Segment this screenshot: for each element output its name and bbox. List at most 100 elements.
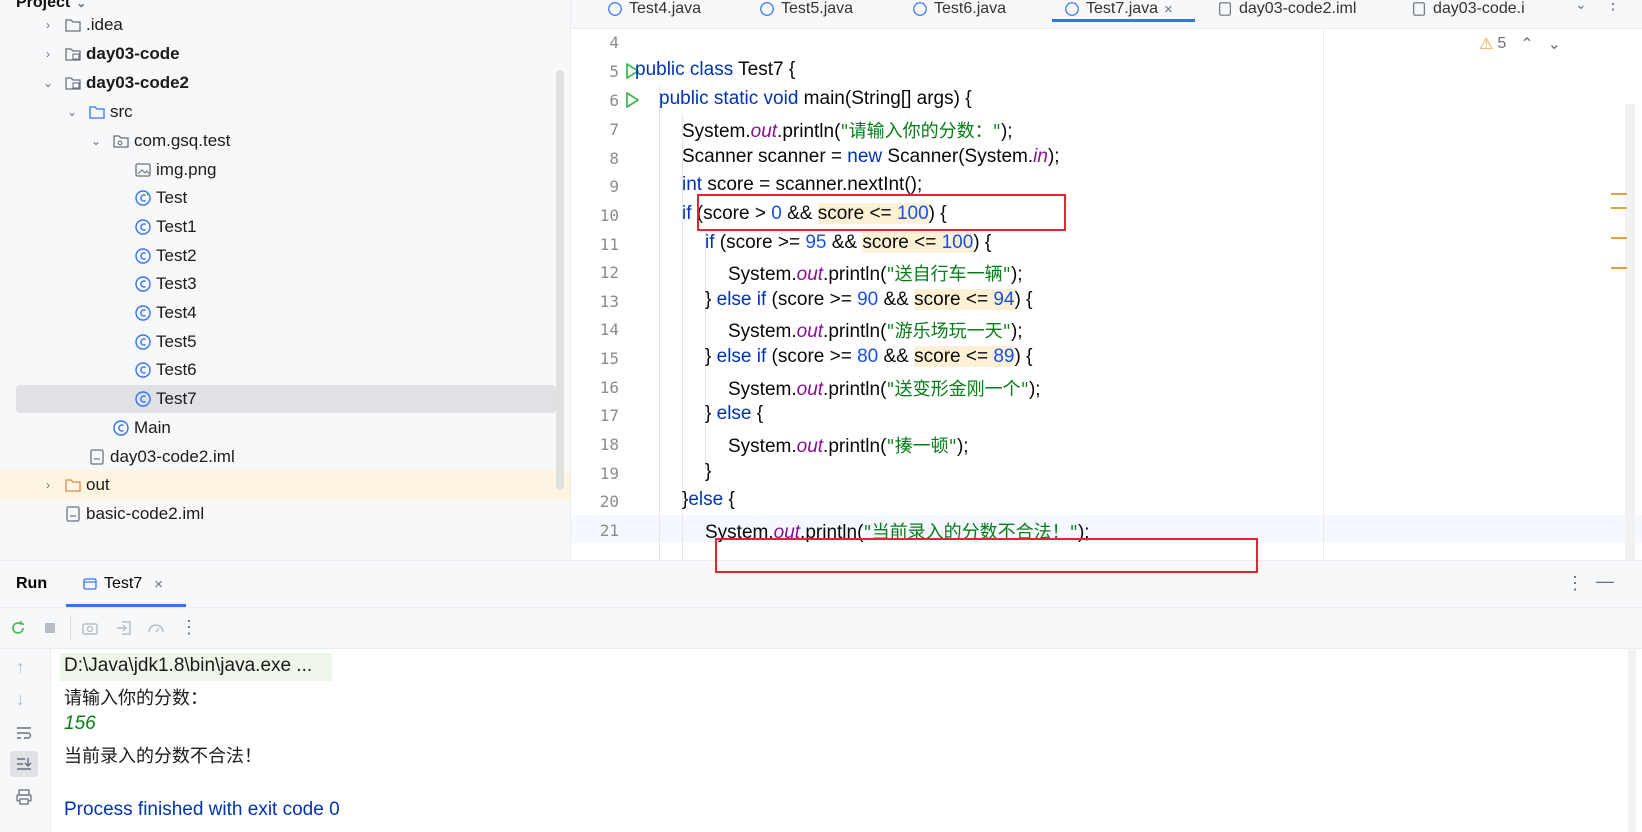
tree-item-day03-code2[interactable]: ⌄ day03-code2 xyxy=(0,68,570,98)
tab-day03-code-iml[interactable]: day03-code.i xyxy=(1411,0,1525,24)
code-line-16: System.out.println("送变形金刚一个"); xyxy=(728,379,1041,400)
gauge-icon[interactable] xyxy=(146,618,166,638)
tree-item-test3[interactable]: Test3 xyxy=(0,269,570,299)
rerun-icon[interactable] xyxy=(8,618,28,638)
tree-item-package[interactable]: ⌄ com.gsq.test xyxy=(0,126,570,156)
tree-item-out[interactable]: › out xyxy=(0,470,570,500)
chevron-down-icon: ⌄ xyxy=(42,76,54,90)
chevron-right-icon: › xyxy=(46,18,50,32)
tree-item-src[interactable]: ⌄ src xyxy=(0,97,570,127)
chevron-up-icon[interactable]: ⌃ xyxy=(1520,34,1533,54)
scroll-to-end-icon xyxy=(17,758,32,770)
annotation-box xyxy=(697,194,1066,231)
iml-file-icon xyxy=(90,449,104,465)
scroll-to-end-toggle[interactable] xyxy=(10,751,38,777)
tab-day03-code2-iml[interactable]: day03-code2.iml xyxy=(1217,0,1356,24)
line-number: 5 xyxy=(609,62,619,81)
console-output-line: 当前录入的分数不合法！ xyxy=(64,746,262,767)
line-number: 16 xyxy=(599,378,619,397)
tree-item-test2[interactable]: Test2 xyxy=(0,241,570,271)
warning-icon: ⚠ xyxy=(1479,36,1494,53)
run-config-icon xyxy=(83,578,97,590)
line-number: 15 xyxy=(599,349,619,368)
arrow-up-icon[interactable]: ↑ xyxy=(16,657,25,678)
login-icon[interactable] xyxy=(114,618,134,638)
line-number: 11 xyxy=(599,235,619,254)
more-options-icon[interactable]: ⋮ xyxy=(1605,0,1621,14)
excluded-folder-icon xyxy=(65,479,81,492)
code-line-15: } else if (score >= 80 && score <= 89) { xyxy=(705,346,1033,367)
java-class-icon xyxy=(135,305,151,321)
line-number: 10 xyxy=(599,206,619,225)
iml-file-icon xyxy=(66,506,80,522)
tree-item-idea[interactable]: › .idea xyxy=(0,10,570,40)
code-line-6: public static void main(String[] args) { xyxy=(659,88,972,109)
code-line-18: System.out.println("揍一顿"); xyxy=(728,436,969,457)
console-scrollbar[interactable] xyxy=(1628,649,1636,832)
warning-stripe[interactable] xyxy=(1611,207,1627,209)
java-class-icon xyxy=(135,391,151,407)
tree-item-test6[interactable]: Test6 xyxy=(0,355,570,385)
stop-icon[interactable] xyxy=(40,618,60,638)
chevron-right-icon: › xyxy=(46,47,50,61)
java-class-icon xyxy=(760,2,774,16)
camera-icon[interactable] xyxy=(80,618,100,638)
run-toolbar: ⋮ xyxy=(0,608,1642,649)
tree-item-test7[interactable]: Test7 xyxy=(0,384,570,414)
editor-scrollbar[interactable] xyxy=(1625,104,1635,560)
tree-item-test4[interactable]: Test4 xyxy=(0,298,570,328)
soft-wrap-icon[interactable] xyxy=(14,723,34,743)
tree-item-test5[interactable]: Test5 xyxy=(0,327,570,357)
console-command: D:\Java\jdk1.8\bin\java.exe ... xyxy=(64,655,313,676)
arrow-down-icon[interactable]: ↓ xyxy=(16,689,25,710)
console-user-input: 156 xyxy=(64,713,96,734)
tab-test6[interactable]: Test6.java xyxy=(912,0,1006,24)
tree-item-test1[interactable]: Test1 xyxy=(0,212,570,242)
line-number: 17 xyxy=(599,406,619,425)
tabs-dropdown-icon[interactable]: ⌄ xyxy=(1575,0,1587,13)
tab-test5[interactable]: Test5.java xyxy=(759,0,853,24)
more-options-icon[interactable]: ⋮ xyxy=(1566,573,1584,594)
chevron-down-icon[interactable]: ⌄ xyxy=(1548,34,1561,54)
java-class-icon xyxy=(135,276,151,292)
project-scrollbar[interactable] xyxy=(556,70,564,490)
module-folder-icon xyxy=(65,77,81,90)
warning-stripe[interactable] xyxy=(1611,237,1627,239)
tree-item-iml[interactable]: day03-code2.iml xyxy=(0,442,570,472)
close-icon[interactable]: × xyxy=(1164,1,1173,18)
chevron-down-icon: ⌄ xyxy=(90,134,102,148)
run-play-icon[interactable] xyxy=(623,91,641,109)
tree-item-img[interactable]: img.png xyxy=(0,155,570,185)
tab-test4[interactable]: Test4.java xyxy=(607,0,701,24)
code-editor[interactable]: ⚠ 5 ⌃ ⌄ 4 5 6 7 8 9 10 11 12 13 14 15 16… xyxy=(571,29,1642,560)
run-tab-underline xyxy=(66,604,186,607)
code-line-8: Scanner scanner = new Scanner(System.in)… xyxy=(682,146,1060,167)
line-number: 4 xyxy=(609,33,619,52)
more-options-icon[interactable]: ⋮ xyxy=(180,617,198,638)
print-icon[interactable] xyxy=(14,787,34,807)
tree-item-main[interactable]: Main xyxy=(0,413,570,443)
code-line-5: public class Test7 { xyxy=(635,59,796,80)
java-class-icon xyxy=(135,362,151,378)
minimize-icon[interactable]: — xyxy=(1596,571,1614,592)
code-line-13: } else if (score >= 90 && score <= 94) { xyxy=(705,289,1033,310)
warning-stripe[interactable] xyxy=(1611,267,1627,269)
right-margin xyxy=(1323,29,1324,560)
close-icon[interactable]: × xyxy=(154,576,163,593)
inspection-widget[interactable]: ⚠ 5 ⌃ ⌄ xyxy=(1479,34,1561,54)
chevron-down-icon: ⌄ xyxy=(66,105,78,119)
project-tool-window: Project ⌄ › .idea › day03-code ⌄ day03-c… xyxy=(0,0,571,560)
package-icon xyxy=(113,135,129,148)
tab-test7[interactable]: Test7.java × xyxy=(1052,0,1195,24)
line-number: 6 xyxy=(609,91,619,110)
line-number: 20 xyxy=(599,492,619,511)
warning-stripe[interactable] xyxy=(1611,193,1627,195)
tree-item-test[interactable]: Test xyxy=(0,183,570,213)
code-line-17: } else { xyxy=(705,403,764,424)
line-number: 7 xyxy=(609,120,619,139)
run-tab-test7[interactable]: Test7 × xyxy=(82,575,163,593)
tree-item-basic-iml[interactable]: basic-code2.iml xyxy=(0,499,570,529)
iml-file-icon xyxy=(1219,2,1231,16)
line-number: 9 xyxy=(609,177,619,196)
tree-item-day03-code[interactable]: › day03-code xyxy=(0,39,570,69)
